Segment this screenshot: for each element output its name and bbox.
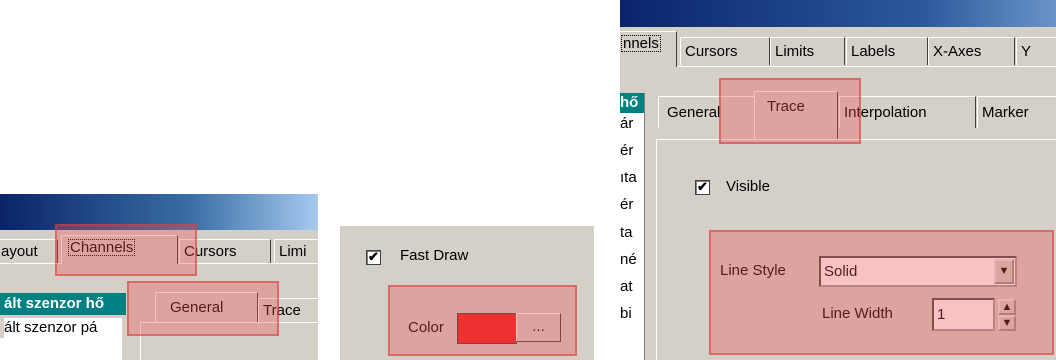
line-width-value: 1 <box>937 306 946 323</box>
spin-down-glyph: ▼ <box>1001 317 1013 329</box>
tab-y-axes[interactable]: Y <box>1016 37 1056 65</box>
channel-list-item-selected[interactable]: hő <box>620 93 644 113</box>
left-title-bar <box>0 194 318 230</box>
list-border <box>644 93 645 360</box>
line-style-value: Solid <box>824 263 858 280</box>
line-width-label: Line Width <box>822 305 893 322</box>
channel-list-item-selected[interactable]: ált szenzor hő <box>0 293 126 315</box>
dropdown-arrow-glyph: ▼ <box>998 265 1010 277</box>
channel-list-item-label: bi <box>620 305 632 322</box>
tab-channels-label: Channels <box>66 237 137 258</box>
channel-list-item[interactable]: ıta <box>620 169 637 186</box>
channel-list-item[interactable]: ér <box>620 142 633 159</box>
inner-tab-strip-line <box>140 322 318 323</box>
tab-trace[interactable]: Trace <box>754 91 838 139</box>
tab-x-axes-label: X-Axes <box>933 43 982 60</box>
channel-list-item-label: at <box>620 278 633 295</box>
tab-interpolation[interactable]: Interpolation <box>839 96 976 128</box>
channel-list-item-label: ár <box>620 115 634 132</box>
channel-list-item-label: ált szenzor hő <box>4 295 105 312</box>
fast-draw-checkbox[interactable]: ✔ <box>366 250 381 265</box>
tab-trace[interactable]: Trace <box>258 298 318 324</box>
visible-checkbox[interactable]: ✔ <box>695 180 710 195</box>
channel-list-item[interactable]: ér <box>620 196 633 213</box>
tab-x-axes[interactable]: X-Axes <box>928 37 1015 65</box>
left-panel: ayout Channels Cursors Limi ált szenzor … <box>0 194 318 360</box>
channel-list-bg <box>0 338 122 360</box>
middle-panel: ✔ Fast Draw Color ... <box>340 226 594 360</box>
tab-labels-label: Labels <box>851 43 896 60</box>
channel-list-item[interactable]: at <box>620 278 633 295</box>
spin-up-icon[interactable]: ▲ <box>998 299 1016 315</box>
channel-list-item-label: ér <box>620 142 634 159</box>
visible-label: Visible <box>726 178 770 195</box>
tab-marker-label: Marker <box>982 104 1029 121</box>
fast-draw-label: Fast Draw <box>400 247 469 264</box>
line-width-input[interactable]: 1 <box>932 298 995 331</box>
tab-marker[interactable]: Marker <box>977 96 1056 128</box>
tab-limits-label: Limits <box>775 43 815 60</box>
check-icon: ✔ <box>368 249 379 264</box>
tab-general-label: General <box>667 104 721 121</box>
right-panel: nnels Cursors Limits Labels X-Axes Y hő … <box>620 0 1056 360</box>
color-picker-button-label: ... <box>532 318 545 335</box>
channel-list-item-label: ált szenzor pá <box>4 319 98 336</box>
tab-trace-label: Trace <box>263 302 301 319</box>
tab-cursors-label: Cursors <box>685 43 738 60</box>
chevron-down-icon[interactable]: ▼ <box>994 259 1014 284</box>
tab-y-axes-label: Y <box>1021 43 1032 60</box>
tab-channels[interactable]: Channels <box>61 235 178 264</box>
spin-up-glyph: ▲ <box>1001 301 1013 313</box>
tab-layout-label: ayout <box>1 243 38 260</box>
tab-general[interactable]: General <box>658 96 756 128</box>
channel-list-item[interactable]: ált szenzor pá <box>4 318 122 338</box>
spin-down-icon[interactable]: ▼ <box>998 315 1016 331</box>
channel-list-item-label: né <box>620 251 637 268</box>
tab-limits[interactable]: Limits <box>770 37 845 65</box>
tab-general-label: General <box>170 299 224 316</box>
tab-channels[interactable]: nnels <box>620 31 677 67</box>
channel-list-item-label: ér <box>620 196 634 213</box>
channel-list-item-label: hő <box>620 94 639 111</box>
tab-general[interactable]: General <box>155 292 258 322</box>
tab-cursors[interactable]: Cursors <box>680 37 770 65</box>
channel-list-item-label: ta <box>620 224 633 241</box>
tab-channels-label: nnels <box>620 33 663 54</box>
color-picker-button[interactable]: ... <box>516 313 561 342</box>
color-label: Color <box>408 319 444 336</box>
tab-labels[interactable]: Labels <box>846 37 928 65</box>
tab-cursors-label: Cursors <box>184 243 237 260</box>
channel-list-item[interactable]: ár <box>620 115 633 132</box>
inner-tab-strip-line <box>656 139 1056 140</box>
tab-interpolation-label: Interpolation <box>844 104 927 121</box>
tab-limits-label: Limi <box>279 243 307 260</box>
right-title-bar <box>620 0 1056 27</box>
highlight-line-options <box>709 230 1054 355</box>
channel-list-item-label: ıta <box>620 169 637 186</box>
color-swatch[interactable] <box>457 313 517 344</box>
line-style-label: Line Style <box>720 262 786 279</box>
tab-trace-label: Trace <box>767 98 805 115</box>
inner-panel-left-edge <box>656 139 657 360</box>
tab-limits[interactable]: Limi <box>274 239 318 263</box>
check-icon: ✔ <box>697 179 708 194</box>
tab-cursors[interactable]: Cursors <box>179 239 271 263</box>
tab-layout[interactable]: ayout <box>0 239 58 263</box>
channel-list-item[interactable]: ta <box>620 224 633 241</box>
channel-list: hő ár ér ıta ér ta né at bi <box>620 93 644 360</box>
channel-list-item[interactable]: bi <box>620 305 632 322</box>
line-style-select[interactable]: Solid <box>819 256 1017 287</box>
channel-list-item[interactable]: né <box>620 251 637 268</box>
right-tab-strip-line <box>620 66 1056 67</box>
inner-panel-left-edge <box>140 322 141 360</box>
